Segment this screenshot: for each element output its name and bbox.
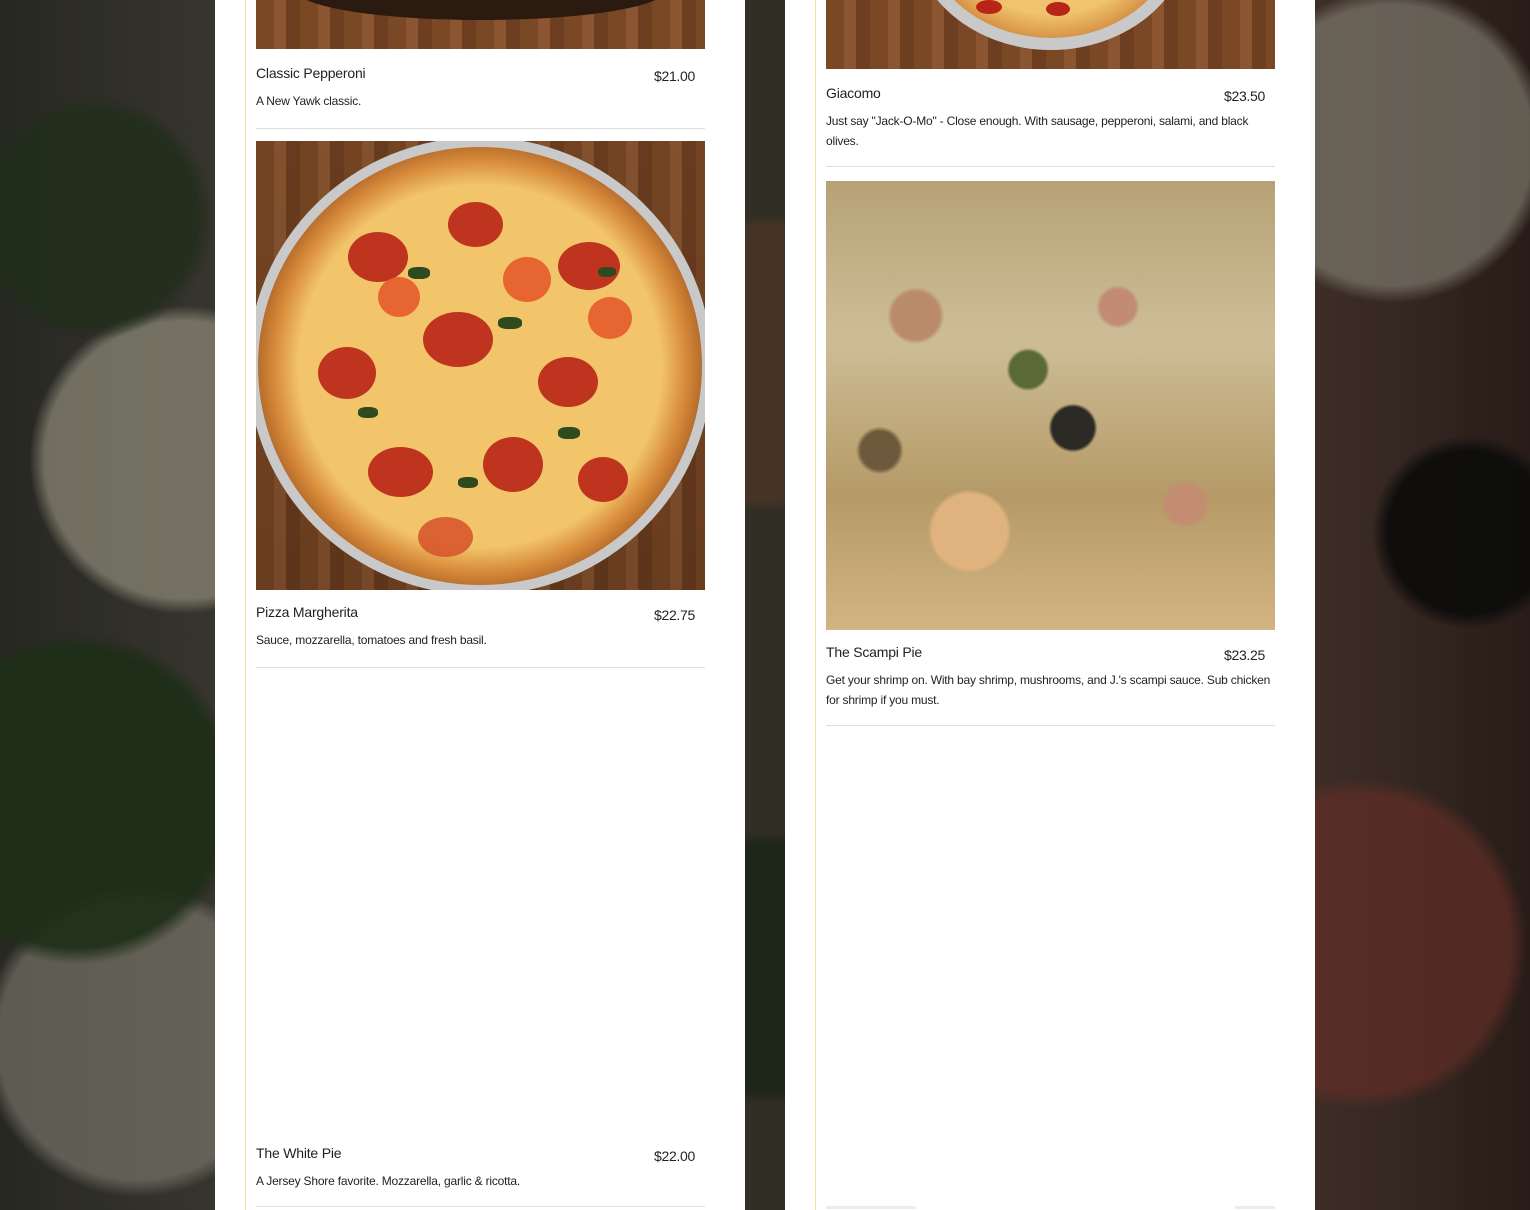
item-price: $23.50	[1223, 88, 1265, 104]
menu-item-the-white-pie[interactable]: The White Pie $22.00 A Jersey Shore favo…	[256, 682, 705, 1207]
item-price: $22.75	[653, 607, 695, 623]
item-name[interactable]: Classic Pepperoni	[256, 65, 366, 81]
item-name[interactable]: The Scampi Pie	[826, 644, 922, 660]
menu-item-giacomo[interactable]: Giacomo $23.50 Just say "Jack-O-Mo" - Cl…	[826, 0, 1275, 167]
menu-item-the-scampi-pie[interactable]: The Scampi Pie $23.25 Get your shrimp on…	[826, 181, 1275, 726]
item-description: A New Yawk classic.	[256, 91, 705, 129]
white-pie-photo-placeholder	[256, 682, 705, 1131]
item-description: Get your shrimp on. With bay shrimp, mus…	[826, 670, 1275, 726]
menu-item-pizza-margherita[interactable]: Pizza Margherita $22.75 Sauce, mozzarell…	[256, 141, 705, 668]
column-accent-rule	[245, 0, 246, 1210]
item-description: Sauce, mozzarella, tomatoes and fresh ba…	[256, 630, 705, 668]
column-accent-rule	[815, 0, 816, 1210]
item-price: $21.00	[653, 68, 695, 84]
item-name[interactable]: Pizza Margherita	[256, 604, 358, 620]
menu-column-right: Giacomo $23.50 Just say "Jack-O-Mo" - Cl…	[785, 0, 1315, 1210]
item-price: $23.25	[1223, 647, 1265, 663]
item-name[interactable]: The White Pie	[256, 1145, 342, 1161]
menu-column-left: Classic Pepperoni $21.00 A New Yawk clas…	[215, 0, 745, 1210]
item-name[interactable]: Giacomo	[826, 85, 881, 101]
giacomo-pizza-photo[interactable]	[826, 0, 1275, 69]
item-description: A Jersey Shore favorite. Mozzarella, gar…	[256, 1171, 705, 1207]
pepperoni-pizza-photo[interactable]	[256, 0, 705, 49]
margherita-pizza-photo[interactable]	[256, 141, 705, 590]
next-item-peek	[826, 1206, 1275, 1210]
menu-item-classic-pepperoni[interactable]: Classic Pepperoni $21.00 A New Yawk clas…	[256, 0, 705, 129]
scampi-pizza-photo[interactable]	[826, 181, 1275, 630]
item-price: $22.00	[653, 1148, 695, 1164]
item-description: Just say "Jack-O-Mo" - Close enough. Wit…	[826, 111, 1275, 167]
